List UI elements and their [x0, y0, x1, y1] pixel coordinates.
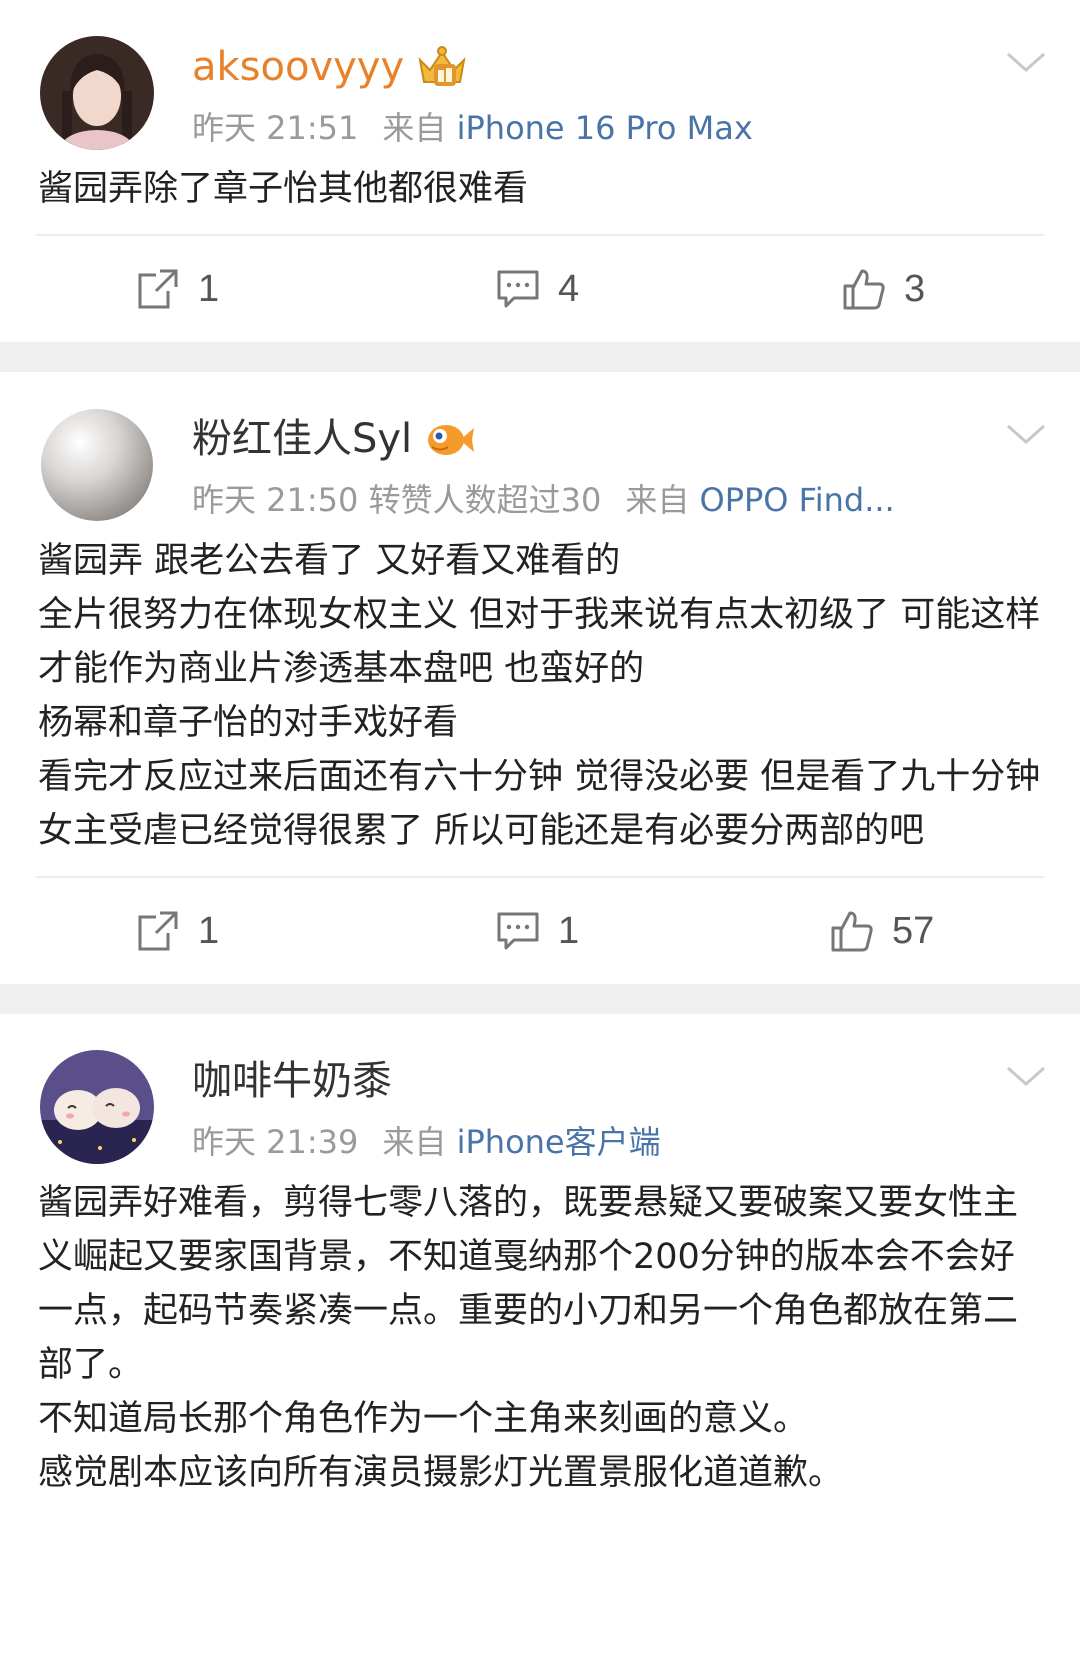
post-meta: 昨天 21:50 转赞人数超过30 来自 OPPO Find... [192, 480, 895, 520]
source-prefix: 来自 [382, 109, 447, 147]
username-text: 咖啡牛奶黍 [192, 1058, 392, 1104]
source-link[interactable]: iPhone 16 Pro Max [457, 109, 753, 147]
thumbs-up-icon [831, 911, 873, 952]
comment-button[interactable]: 1 [496, 878, 579, 984]
fish-badge-icon[interactable] [422, 414, 478, 464]
comment-count: 1 [558, 909, 580, 952]
chevron-down-icon[interactable] [1004, 48, 1048, 78]
post-time: 昨天 21:50 [192, 481, 359, 519]
post-time: 昨天 21:51 [192, 109, 359, 147]
share-count: 1 [198, 267, 220, 310]
crown-badge-icon[interactable] [414, 42, 470, 92]
post-time: 昨天 21:39 [192, 1123, 359, 1161]
separator [0, 342, 1080, 372]
post-header: 咖啡牛奶黍 昨天 21:39 来自 iPhone客户端 [0, 1014, 1080, 1164]
like-button[interactable]: 3 [842, 236, 925, 342]
post-header: 粉红佳人Syl 昨天 21:50 转赞人数超过30 来自 OPPO Find... [0, 372, 1080, 522]
source-link[interactable]: OPPO Find... [700, 481, 895, 519]
post-header: aksoovyyy 昨天 21:51 来自 iPhone 16 Pro Max [0, 0, 1080, 150]
post-body: 酱园弄 跟老公去看了 又好看又难看的 全片很努力在体现女权主义 但对于我来说有点… [38, 541, 1041, 851]
thumbs-up-icon [843, 269, 885, 310]
comment-button[interactable]: 4 [496, 236, 579, 342]
chevron-down-icon[interactable] [1004, 1062, 1048, 1092]
repost-info: 转赞人数超过30 [368, 481, 602, 519]
username-text: 粉红佳人Syl [192, 416, 413, 462]
comment-icon [497, 912, 539, 950]
action-bar: 1 4 3 [0, 236, 1080, 342]
avatar[interactable] [40, 408, 154, 522]
post-card: 粉红佳人Syl 昨天 21:50 转赞人数超过30 来自 OPPO Find...… [0, 372, 1080, 984]
source-prefix: 来自 [382, 1123, 447, 1161]
action-bar: 1 1 57 [0, 878, 1080, 984]
share-count: 1 [198, 909, 220, 952]
chevron-down-icon[interactable] [1004, 420, 1048, 450]
post-card: 咖啡牛奶黍 昨天 21:39 来自 iPhone客户端 酱园弄好难看，剪得七零八落… [0, 1014, 1080, 1518]
username[interactable]: aksoovyyy [192, 40, 470, 94]
comment-count: 4 [558, 267, 580, 310]
share-button[interactable]: 1 [136, 236, 219, 342]
avatar[interactable] [40, 1050, 154, 1164]
username[interactable]: 粉红佳人Syl [192, 412, 478, 466]
post-meta: 昨天 21:39 来自 iPhone客户端 [192, 1122, 661, 1162]
like-count: 57 [892, 909, 935, 952]
separator [0, 984, 1080, 1014]
share-icon [138, 911, 178, 951]
post-body: 酱园弄除了章子怡其他都很难看 [38, 169, 529, 209]
share-button[interactable]: 1 [136, 878, 219, 984]
comment-icon [497, 270, 539, 308]
username-text: aksoovyyy [192, 44, 405, 90]
username[interactable]: 咖啡牛奶黍 [192, 1054, 392, 1108]
source-link[interactable]: iPhone客户端 [457, 1123, 661, 1161]
source-prefix: 来自 [625, 481, 690, 519]
post-card: aksoovyyy 昨天 21:51 来自 iPhone 16 Pro Max 酱… [0, 0, 1080, 342]
post-meta: 昨天 21:51 来自 iPhone 16 Pro Max [192, 108, 753, 148]
post-body: 酱园弄好难看，剪得七零八落的，既要悬疑又要破案又要女性主义崛起又要家国背景，不知… [38, 1183, 1019, 1493]
like-count: 3 [904, 267, 926, 310]
avatar[interactable] [40, 36, 154, 150]
share-icon [138, 269, 178, 309]
like-button[interactable]: 57 [830, 878, 934, 984]
